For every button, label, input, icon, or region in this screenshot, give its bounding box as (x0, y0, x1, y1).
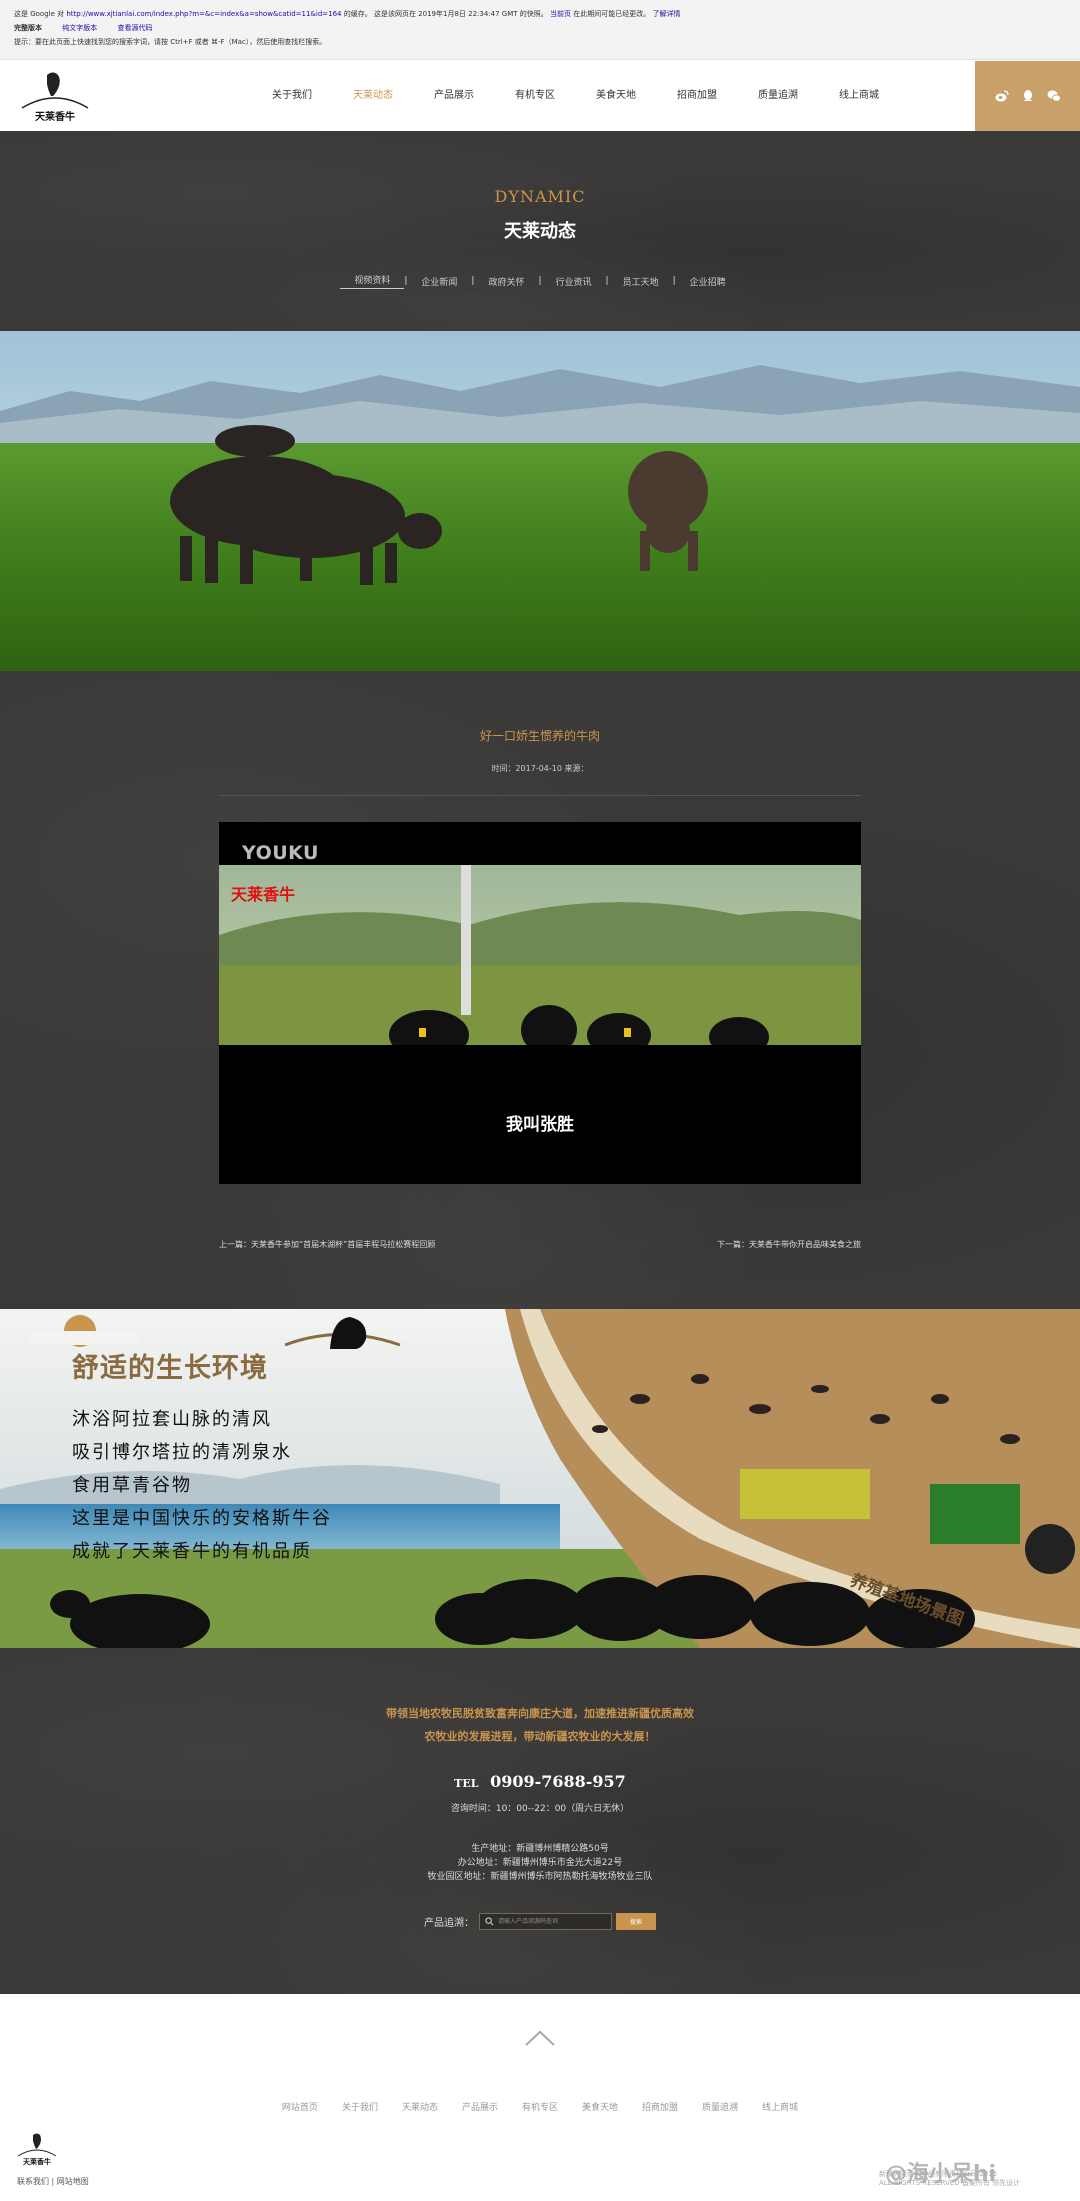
subnav-government[interactable]: 政府关怀 (474, 275, 538, 288)
tel-label: TEL (454, 1777, 479, 1790)
traceability-search: 产品追溯： 搜索 (424, 1912, 656, 1930)
current-page-link[interactable]: 当前页 (550, 10, 571, 18)
cache-line-2: 完整版本 纯文字版本 查看源代码 (14, 21, 1066, 35)
env-description: 沐浴阿拉套山脉的清风 吸引博尔塔拉的清冽泉水 食用草青谷物 这里是中国快乐的安格… (72, 1403, 332, 1568)
ranch-address: 牧业园区地址：新疆博州博乐市阿热勒托海牧场牧业三队 (427, 1872, 653, 1882)
search-input[interactable] (498, 1917, 608, 1925)
brand-logo[interactable]: 天莱香牛 (20, 70, 90, 124)
nav-item-about[interactable]: 关于我们 (272, 61, 312, 131)
tel-number: 0909-7688-957 (490, 1772, 626, 1791)
footer-links[interactable]: 联系我们 | 网站地图 (17, 2176, 89, 2187)
cache-line-1: 这是 Google 对 http://www.xjtianlai.com/ind… (14, 10, 681, 18)
contact-section: 带领当地农牧民脱贫致富奔向康庄大道，加速推进新疆优质高效 农牧业的发展进程，带动… (0, 1648, 1080, 1994)
sub-nav: 视频资料 | 企业新闻 | 政府关怀 | 行业资讯 | 员工天地 | 企业招聘 (0, 273, 1080, 289)
google-cache-bar: 这是 Google 对 http://www.xjtianlai.com/ind… (0, 0, 1080, 60)
article-section: 好一口娇生惯养的牛肉 时间：2017-04-10 来源： YOUKU 天莱香牛 … (0, 671, 1080, 1309)
footer-nav-franchise[interactable]: 招商加盟 (642, 2100, 678, 2113)
nav-item-food[interactable]: 美食天地 (596, 61, 636, 131)
company-slogan: 带领当地农牧民脱贫致富奔向康庄大道，加速推进新疆优质高效 农牧业的发展进程，带动… (386, 1707, 694, 1743)
search-button[interactable]: 搜索 (616, 1912, 656, 1930)
footer-nav-shop[interactable]: 线上商城 (762, 2100, 798, 2113)
nav-item-products[interactable]: 产品展示 (434, 61, 474, 131)
subnav-video[interactable]: 视频资料 (340, 273, 405, 289)
qq-icon[interactable] (1021, 89, 1035, 103)
office-address: 办公地址：新疆博州博乐市金光大道22号 (457, 1858, 623, 1868)
subnav-staff[interactable]: 员工天地 (609, 275, 673, 288)
copyright: 新疆天莱香牛食品有限责任公司 2015 ALL RIGHTS RESERVED … (879, 2170, 1021, 2187)
learn-more-link[interactable]: 了解详情 (652, 10, 680, 18)
telephone: TEL 0909-7688-957 (0, 1772, 1080, 1791)
video-brand-watermark: 天莱香牛 (231, 885, 296, 904)
service-hours: 咨询时间：10：00--22：00（周六日无休） (450, 1804, 630, 1814)
banner-en-title: DYNAMIC (494, 187, 586, 206)
wechat-icon[interactable] (1047, 89, 1061, 103)
prev-article-link[interactable]: 上一篇：天莱香牛参加“首届木湖杯”首届丰程马拉松赛程回顾 (219, 1239, 435, 1250)
article-meta: 时间：2017-04-10 来源： (491, 764, 589, 773)
env-line: 这里是中国快乐的安格斯牛谷 (72, 1508, 332, 1529)
logo-text: 天莱香牛 (35, 110, 75, 123)
next-article-link[interactable]: 下一篇：天莱香牛带你开启品味美食之旅 (717, 1239, 861, 1250)
subnav-company-news[interactable]: 企业新闻 (407, 275, 471, 288)
video-player[interactable]: YOUKU 天莱香牛 我叫张胜 (219, 822, 861, 1184)
env-line: 食用草青谷物 (72, 1475, 192, 1496)
weibo-icon[interactable] (995, 89, 1009, 103)
nav-item-traceability[interactable]: 质量追溯 (758, 61, 798, 131)
footer-nav-home[interactable]: 网站首页 (282, 2100, 318, 2113)
footer-nav-news[interactable]: 天莱动态 (402, 2100, 438, 2113)
footer-nav-traceability[interactable]: 质量追溯 (702, 2100, 738, 2113)
site-header: 天莱香牛 关于我们 天莱动态 产品展示 有机专区 美食天地 招商加盟 质量追溯 … (0, 61, 1080, 131)
production-address: 生产地址：新疆博州博精公路50号 (471, 1844, 609, 1854)
addresses: 生产地址：新疆博州博精公路50号 办公地址：新疆博州博乐市金光大道22号 牧业园… (0, 1842, 1080, 1884)
env-line: 沐浴阿拉套山脉的清风 (72, 1409, 272, 1430)
footer-nav-products[interactable]: 产品展示 (462, 2100, 498, 2113)
env-line: 成就了天莱香牛的有机品质 (72, 1541, 312, 1562)
youku-logo: YOUKU (242, 842, 319, 864)
nav-item-shop[interactable]: 线上商城 (839, 61, 879, 131)
divider (219, 795, 861, 796)
env-line: 吸引博尔塔拉的清冽泉水 (72, 1442, 292, 1463)
full-version-link[interactable]: 完整版本 (14, 24, 42, 32)
footer-logo: 天莱香牛 (17, 2133, 57, 2166)
hero-image (0, 331, 1080, 671)
search-box (479, 1912, 612, 1930)
social-links (975, 61, 1080, 131)
nav-item-franchise[interactable]: 招商加盟 (677, 61, 717, 131)
banner-cn-title: 天莱动态 (504, 221, 576, 242)
back-to-top-icon[interactable] (524, 2029, 556, 2047)
footer-nav: 网站首页 关于我们 天莱动态 产品展示 有机专区 美食天地 招商加盟 质量追溯 … (0, 2100, 1080, 2113)
nav-item-news[interactable]: 天莱动态 (353, 61, 393, 131)
cached-url-link[interactable]: http://www.xjtianlai.com/index.php?m=&c=… (66, 10, 341, 18)
cache-tip: 提示：要在此页面上快速找到您的搜索字词，请按 Ctrl+F 或者 ⌘-F（Mac… (14, 38, 327, 46)
footer-logo-text: 天莱香牛 (23, 2157, 51, 2166)
footer-nav-about[interactable]: 关于我们 (342, 2100, 378, 2113)
subnav-recruitment[interactable]: 企业招聘 (676, 275, 740, 288)
environment-banner: 舒适的生长环境 沐浴阿拉套山脉的清风 吸引博尔塔拉的清冽泉水 食用草青谷物 这里… (0, 1309, 1080, 1648)
article-title: 好一口娇生惯养的牛肉 (479, 729, 600, 743)
footer-nav-food[interactable]: 美食天地 (582, 2100, 618, 2113)
section-banner: DYNAMIC 天莱动态 视频资料 | 企业新闻 | 政府关怀 | 行业资讯 |… (0, 131, 1080, 331)
search-icon (485, 1916, 494, 1925)
nav-item-organic[interactable]: 有机专区 (515, 61, 555, 131)
text-only-link[interactable]: 纯文字版本 (62, 24, 97, 32)
view-source-link[interactable]: 查看源代码 (117, 24, 152, 32)
site-footer: 网站首页 关于我们 天莱动态 产品展示 有机专区 美食天地 招商加盟 质量追溯 … (0, 1994, 1080, 2201)
video-subtitle: 我叫张胜 (506, 1115, 574, 1135)
footer-nav-organic[interactable]: 有机专区 (522, 2100, 558, 2113)
env-title: 舒适的生长环境 (72, 1353, 268, 1384)
main-nav: 关于我们 天莱动态 产品展示 有机专区 美食天地 招商加盟 质量追溯 线上商城 (272, 61, 920, 131)
search-label: 产品追溯： (424, 1917, 474, 1929)
subnav-industry[interactable]: 行业资讯 (542, 275, 606, 288)
video-frame (219, 865, 861, 1045)
